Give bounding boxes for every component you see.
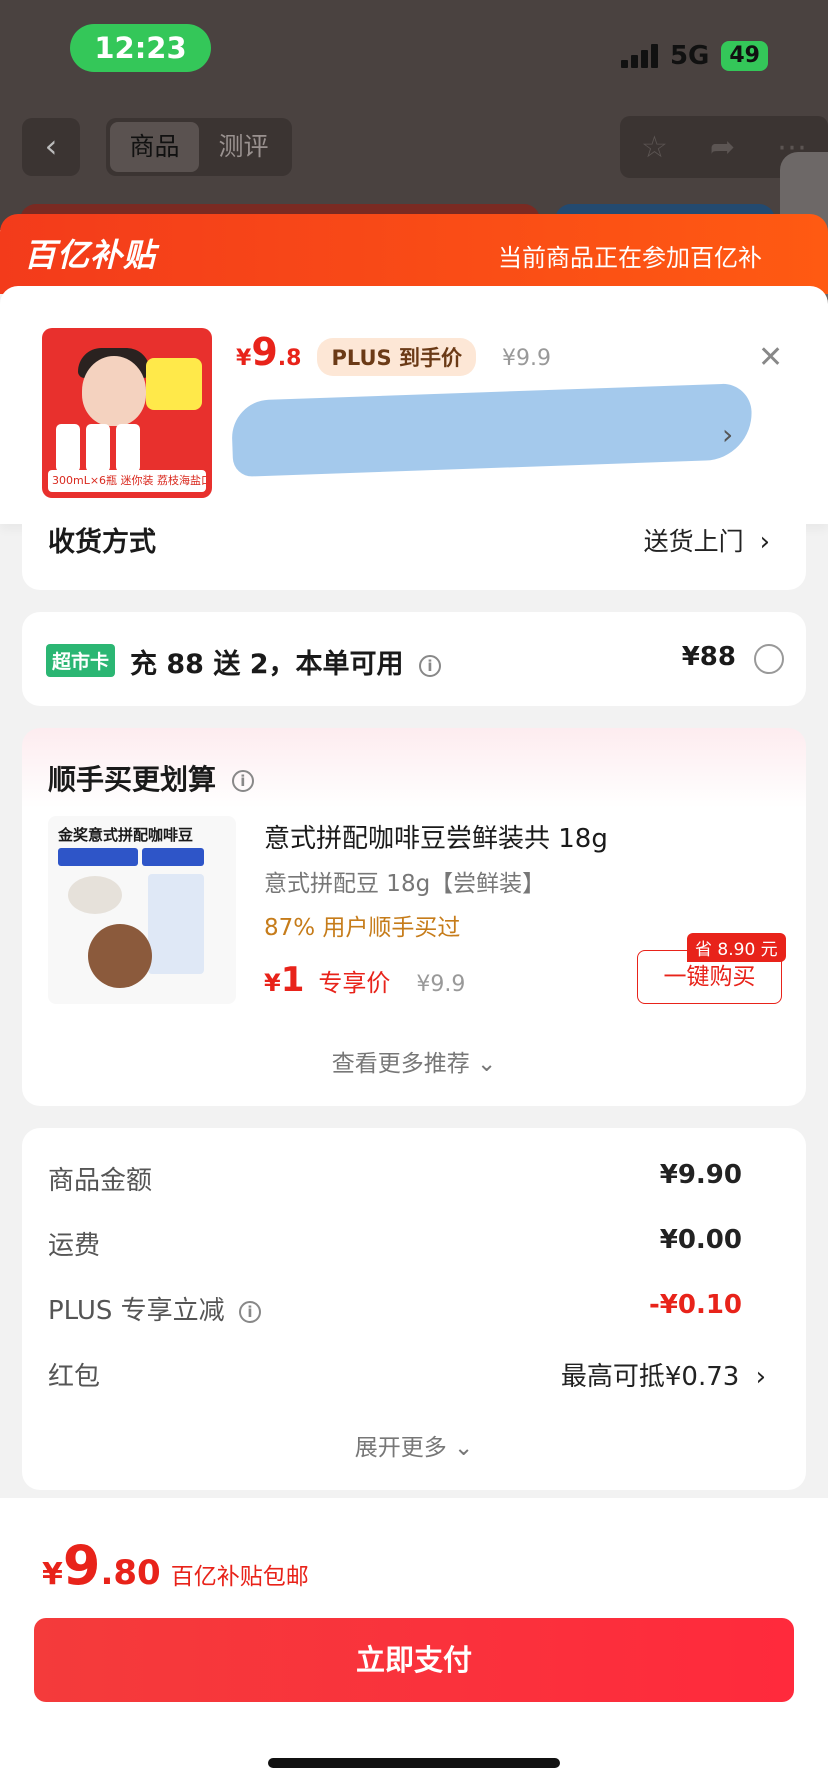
delivery-method-row[interactable]: 收货方式 送货上门 › bbox=[22, 514, 806, 590]
supermarket-card-badge: 超市卡 bbox=[46, 644, 116, 677]
status-icons: 5G 49 bbox=[620, 36, 768, 76]
tab-review[interactable]: 测评 bbox=[199, 122, 288, 172]
thumbnail-caption: 300mL×6瓶 迷你装 荔枝海盐口味 bbox=[48, 470, 206, 492]
free-shipping-note: 百亿补贴包邮 bbox=[170, 1564, 309, 1590]
info-icon[interactable]: i bbox=[418, 654, 441, 677]
status-time: 12:23 bbox=[70, 24, 211, 72]
upsell-buy-rate: 87% 用户顺手买过 bbox=[264, 915, 461, 941]
pay-now-button[interactable]: 立即支付 bbox=[34, 1618, 794, 1702]
upsell-card: 顺手买更划算 i 金奖意式拼配咖啡豆 意式拼配咖啡豆尝鲜装共 18g 意式拼配豆… bbox=[22, 728, 806, 1106]
battery-icon: 49 bbox=[721, 41, 768, 71]
share-icon[interactable]: ➦ bbox=[710, 130, 735, 165]
summary-row-red-packet[interactable]: 红包 最高可抵¥0.73 › bbox=[48, 1356, 766, 1393]
back-button[interactable]: ‹ bbox=[22, 118, 80, 176]
savings-badge: 省 8.90 元 bbox=[687, 933, 786, 962]
chevron-down-icon: ⌄ bbox=[477, 1051, 497, 1077]
info-icon[interactable]: i bbox=[238, 1300, 261, 1323]
chevron-right-icon[interactable]: › bbox=[722, 418, 733, 451]
chevron-left-icon: ‹ bbox=[44, 127, 58, 165]
chevron-down-icon: ⌄ bbox=[454, 1435, 474, 1461]
expand-more-button[interactable]: 展开更多 ⌄ bbox=[22, 1428, 806, 1462]
upsell-image-title: 金奖意式拼配咖啡豆 bbox=[58, 826, 194, 844]
supermarket-card-row[interactable]: 超市卡 充 88 送 2，本单可用 i ¥88 bbox=[22, 612, 806, 706]
product-price: ¥ 9 .8 PLUS 到手价 ¥9.9 bbox=[236, 330, 551, 376]
signal-icon bbox=[620, 44, 658, 68]
network-label: 5G bbox=[669, 41, 710, 71]
more-recommendations-button[interactable]: 查看更多推荐 ⌄ bbox=[22, 1044, 806, 1078]
chevron-right-icon: › bbox=[759, 527, 770, 557]
summary-row-goods: 商品金额 ¥9.90 bbox=[48, 1160, 742, 1196]
upsell-title: 顺手买更划算 bbox=[48, 763, 217, 796]
supermarket-card-text: 充 88 送 2，本单可用 bbox=[130, 649, 404, 680]
close-icon[interactable]: ✕ bbox=[758, 340, 783, 375]
chevron-right-icon: › bbox=[755, 1362, 766, 1392]
summary-row-shipping: 运费 ¥0.00 bbox=[48, 1225, 742, 1261]
info-icon[interactable]: i bbox=[231, 770, 254, 792]
plus-price-tag: PLUS 到手价 bbox=[317, 338, 476, 376]
total-price: ¥ 9 .80 百亿补贴包邮 bbox=[42, 1534, 309, 1597]
product-thumbnail: 300mL×6瓶 迷你装 荔枝海盐口味 bbox=[42, 328, 212, 498]
checkout-bar: ¥ 9 .80 百亿补贴包邮 立即支付 bbox=[0, 1498, 828, 1792]
upsell-product-name[interactable]: 意式拼配咖啡豆尝鲜装共 18g bbox=[264, 818, 608, 855]
exclusive-price-label: 专享价 bbox=[318, 969, 391, 997]
tab-product[interactable]: 商品 bbox=[110, 122, 199, 172]
order-summary-card: 商品金额 ¥9.90 运费 ¥0.00 PLUS 专享立减 i -¥0.10 红… bbox=[22, 1128, 806, 1490]
banner-logo: 百亿补贴 bbox=[24, 236, 157, 274]
tab-switcher: 商品 测评 bbox=[106, 118, 292, 176]
delivery-label: 收货方式 bbox=[48, 527, 156, 558]
dimmed-page-header: 12:23 5G 49 ‹ 商品 测评 ☆ ➦ ⋯ bbox=[0, 0, 828, 234]
home-indicator bbox=[268, 1758, 560, 1768]
delivery-value: 送货上门 bbox=[643, 527, 744, 556]
original-price: ¥9.9 bbox=[501, 346, 551, 371]
star-icon[interactable]: ☆ bbox=[641, 130, 668, 165]
supermarket-card-radio[interactable] bbox=[754, 644, 784, 674]
upsell-original-price: ¥9.9 bbox=[416, 972, 466, 997]
upsell-price: ¥ 1 专享价 ¥9.9 bbox=[264, 960, 466, 1000]
banner-text: 当前商品正在参加百亿补 bbox=[498, 244, 762, 272]
summary-row-plus-discount: PLUS 专享立减 i -¥0.10 bbox=[48, 1290, 742, 1326]
supermarket-card-price: ¥88 bbox=[681, 642, 736, 672]
upsell-product-spec: 意式拼配豆 18g【尝鲜装】 bbox=[264, 871, 546, 897]
subsidy-banner: 百亿补贴 当前商品正在参加百亿补 bbox=[0, 214, 828, 294]
upsell-product-image[interactable]: 金奖意式拼配咖啡豆 bbox=[48, 816, 236, 1004]
